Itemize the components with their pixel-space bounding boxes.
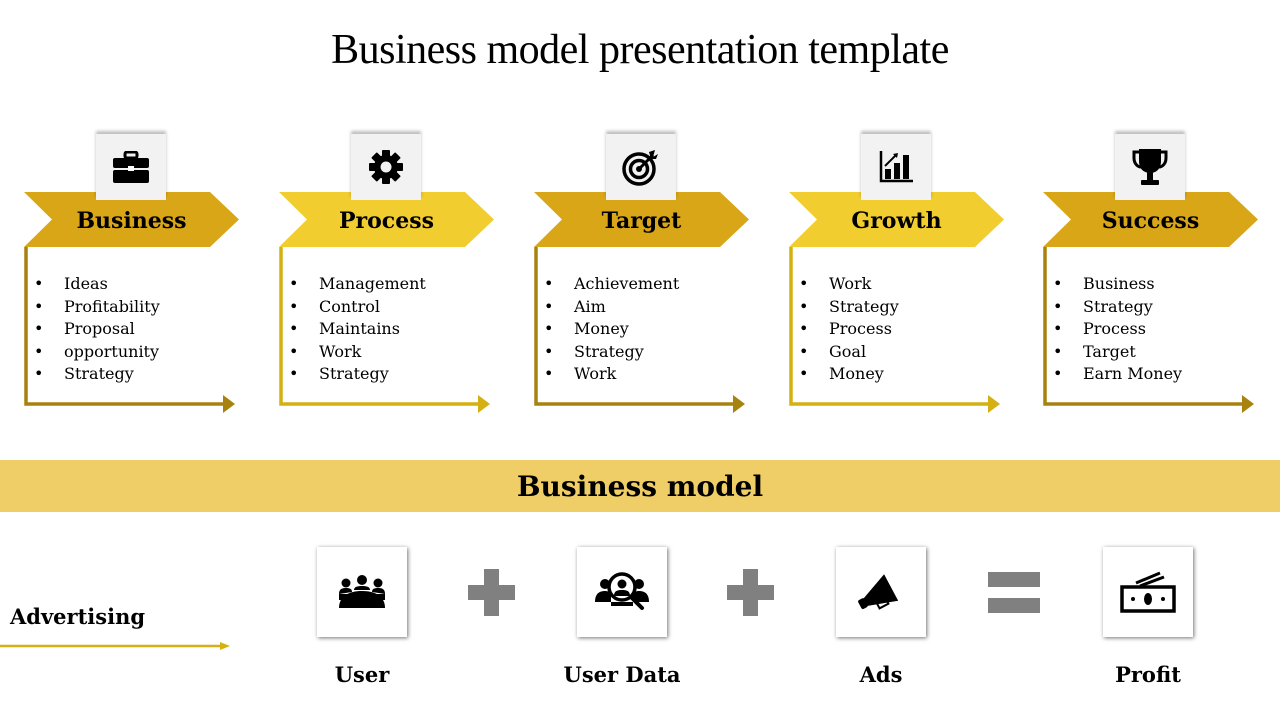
money-icon	[1120, 571, 1176, 613]
stage-success: Success Business Strategy Process Target…	[1043, 130, 1275, 420]
stage-target: Target Achievement Aim Money Strategy Wo…	[534, 130, 766, 420]
list-item: Aim	[544, 296, 679, 319]
list-item: Work	[289, 341, 426, 364]
tile-user	[317, 547, 407, 637]
list-item: Process	[1053, 318, 1182, 341]
list-item: Target	[1053, 341, 1182, 364]
stage-business: Business Ideas Profitability Proposal op…	[24, 130, 256, 420]
icon-tile	[96, 134, 166, 200]
advertising-arrow	[0, 642, 230, 650]
list-item: Strategy	[544, 341, 679, 364]
list-item: Proposal	[34, 318, 160, 341]
tile-user-data	[577, 547, 667, 637]
list-item: Strategy	[289, 363, 426, 386]
stage-process: Process Management Control Maintains Wor…	[279, 130, 511, 420]
gear-icon	[369, 150, 403, 184]
list-item: Work	[799, 273, 899, 296]
list-item: Work	[544, 363, 679, 386]
stage-label: Growth	[851, 208, 942, 234]
band-title: Business model	[516, 470, 764, 503]
stage-label: Business	[76, 208, 187, 234]
list-item: Profitability	[34, 296, 160, 319]
list-item: Ideas	[34, 273, 160, 296]
target-icon	[622, 150, 658, 186]
stage-items: Achievement Aim Money Strategy Work	[544, 273, 679, 386]
icon-tile	[861, 134, 931, 200]
group-icon	[339, 575, 385, 608]
stage-items: Work Strategy Process Goal Money	[799, 273, 899, 386]
stage-items: Business Strategy Process Target Earn Mo…	[1053, 273, 1182, 386]
user-search-icon	[595, 572, 649, 610]
equals-icon	[988, 572, 1040, 613]
tile-label-user: User	[334, 662, 390, 687]
list-item: Goal	[799, 341, 899, 364]
list-item: Earn Money	[1053, 363, 1182, 386]
tile-label-profit: Profit	[1115, 662, 1181, 687]
list-item: Money	[544, 318, 679, 341]
icon-tile	[351, 134, 421, 200]
icon-tile	[606, 134, 676, 200]
list-item: Management	[289, 273, 426, 296]
tile-label-user-data: User Data	[563, 662, 681, 687]
tile-label-ads: Ads	[859, 662, 903, 687]
briefcase-icon	[113, 151, 149, 183]
list-item: Strategy	[799, 296, 899, 319]
stage-items: Management Control Maintains Work Strate…	[289, 273, 426, 386]
stage-label: Process	[339, 208, 434, 234]
plus-icon	[727, 569, 774, 616]
list-item: Achievement	[544, 273, 679, 296]
list-item: Strategy	[1053, 296, 1182, 319]
section-band: Business model	[0, 460, 1280, 512]
list-item: Maintains	[289, 318, 426, 341]
list-item: Business	[1053, 273, 1182, 296]
trophy-icon	[1132, 149, 1168, 185]
list-item: Control	[289, 296, 426, 319]
list-item: Money	[799, 363, 899, 386]
icon-tile	[1115, 134, 1185, 200]
stage-growth: Growth Work Strategy Process Goal Money	[789, 130, 1021, 420]
list-item: opportunity	[34, 341, 160, 364]
plus-icon	[468, 569, 515, 616]
growth-chart-icon	[879, 151, 913, 183]
tile-profit	[1103, 547, 1193, 637]
stage-items: Ideas Profitability Proposal opportunity…	[34, 273, 160, 386]
tile-ads	[836, 547, 926, 637]
list-item: Process	[799, 318, 899, 341]
stage-label: Success	[1101, 208, 1200, 234]
megaphone-icon	[858, 574, 899, 610]
stage-label: Target	[601, 208, 682, 234]
list-item: Strategy	[34, 363, 160, 386]
advertising-label: Advertising	[10, 604, 146, 629]
page-title: Business model presentation template	[331, 27, 949, 73]
